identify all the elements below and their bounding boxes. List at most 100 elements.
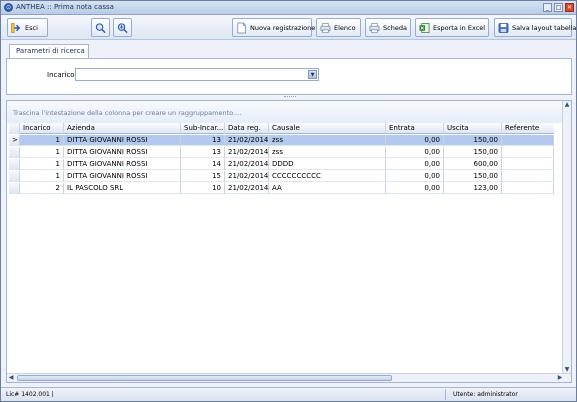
- cell-uscita[interactable]: 600,00: [444, 159, 502, 170]
- cell-referente[interactable]: [502, 183, 554, 194]
- data-grid: Trascina l'intestazione della colonna pe…: [6, 100, 572, 383]
- chevron-down-icon[interactable]: ▼: [308, 70, 317, 79]
- cell-referente[interactable]: [502, 135, 554, 146]
- current-row-indicator-icon[interactable]: >: [9, 135, 20, 146]
- column-header-entrata[interactable]: Entrata: [386, 123, 444, 134]
- cell-incarico[interactable]: 1: [20, 159, 64, 170]
- salva-layout-button[interactable]: Salva layout tabella: [494, 18, 576, 37]
- cell-data-reg[interactable]: 21/02/2014: [225, 147, 269, 158]
- row-selector[interactable]: [9, 171, 20, 182]
- cell-causale[interactable]: CCCCCCCCCC: [269, 171, 386, 182]
- scroll-up-icon[interactable]: ▲: [563, 101, 571, 109]
- cell-causale[interactable]: zss: [269, 135, 386, 146]
- current-user: Utente: administrator: [453, 391, 518, 398]
- column-header-data-reg[interactable]: Data reg.: [225, 123, 269, 134]
- cell-entrata[interactable]: 0,00: [386, 147, 444, 158]
- cell-entrata[interactable]: 0,00: [386, 171, 444, 182]
- esci-button[interactable]: Esci: [7, 18, 48, 37]
- vertical-scrollbar[interactable]: ▲ ▼: [562, 101, 571, 374]
- cell-causale[interactable]: zss: [269, 147, 386, 158]
- column-header-uscita[interactable]: Uscita: [444, 123, 502, 134]
- minimize-button[interactable]: _: [543, 3, 552, 12]
- cell-uscita[interactable]: 150,00: [444, 171, 502, 182]
- scroll-left-icon[interactable]: ◀: [7, 374, 15, 382]
- cell-azienda[interactable]: DITTA GIOVANNI ROSSI: [64, 171, 181, 182]
- cell-incarico[interactable]: 2: [20, 183, 64, 194]
- cell-sub-incarico[interactable]: 10: [181, 183, 225, 194]
- salva-layout-label: Salva layout tabella: [512, 23, 577, 32]
- grid-header: Incarico Azienda Sub-Incar... Data reg. …: [9, 123, 554, 134]
- app-icon: ⊙: [4, 3, 13, 12]
- row-selector[interactable]: [9, 159, 20, 170]
- zoom-out-button[interactable]: [91, 18, 110, 37]
- tab-parametri-di-ricerca[interactable]: Parametri di ricerca: [9, 44, 89, 58]
- new-document-icon: [237, 22, 246, 33]
- cell-uscita[interactable]: 150,00: [444, 147, 502, 158]
- cell-referente[interactable]: [502, 171, 554, 182]
- search-panel: Incarico ▼: [6, 58, 572, 95]
- nuova-registrazione-button[interactable]: Nuova registrazione: [232, 18, 315, 37]
- cell-azienda[interactable]: IL PASCOLO SRL: [64, 183, 181, 194]
- cell-azienda[interactable]: DITTA GIOVANNI ROSSI: [64, 159, 181, 170]
- cell-incarico[interactable]: 1: [20, 147, 64, 158]
- close-button[interactable]: ✕: [565, 3, 574, 12]
- row-selector[interactable]: [9, 183, 20, 194]
- elenco-button[interactable]: Elenco: [316, 18, 361, 37]
- cell-referente[interactable]: [502, 159, 554, 170]
- table-row[interactable]: 1 DITTA GIOVANNI ROSSI 13 21/02/2014 zss 0,00…: [9, 147, 554, 158]
- maximize-button[interactable]: □: [554, 3, 563, 12]
- incarico-combobox[interactable]: ▼: [75, 68, 319, 81]
- table-row[interactable]: 1 DITTA GIOVANNI ROSSI 14 21/02/2014 DDDD 0,0…: [9, 159, 554, 170]
- cell-sub-incarico[interactable]: 15: [181, 171, 225, 182]
- zoom-in-button[interactable]: [113, 18, 132, 37]
- horizontal-scrollbar[interactable]: ◀ ▶: [7, 373, 571, 382]
- scheda-button[interactable]: Scheda: [365, 18, 411, 37]
- cell-causale[interactable]: AA: [269, 183, 386, 194]
- esporta-excel-label: Esporta in Excel: [433, 23, 486, 32]
- cell-sub-incarico[interactable]: 13: [181, 135, 225, 146]
- cell-data-reg[interactable]: 21/02/2014: [225, 135, 269, 146]
- table-row[interactable]: 1 DITTA GIOVANNI ROSSI 15 21/02/2014 CCCCCCC…: [9, 171, 554, 182]
- cell-data-reg[interactable]: 21/02/2014: [225, 171, 269, 182]
- window-title: ANTHEA :: Prima nota cassa: [16, 3, 114, 11]
- column-header-causale[interactable]: Causale: [269, 123, 386, 134]
- cell-sub-incarico[interactable]: 13: [181, 147, 225, 158]
- title-bar: ⊙ ANTHEA :: Prima nota cassa _ □ ✕: [1, 1, 576, 15]
- esci-label: Esci: [25, 23, 38, 32]
- cell-uscita[interactable]: 150,00: [444, 135, 502, 146]
- cell-entrata[interactable]: 0,00: [386, 135, 444, 146]
- elenco-label: Elenco: [334, 23, 356, 32]
- cell-causale[interactable]: DDDD: [269, 159, 386, 170]
- table-row[interactable]: >1 DITTA GIOVANNI ROSSI 13 21/02/2014 zss 0,0…: [9, 135, 554, 146]
- incarico-label: Incarico: [47, 71, 75, 79]
- column-header-sub-incarico[interactable]: Sub-Incar...: [181, 123, 225, 134]
- printer-icon: [369, 22, 380, 33]
- cell-uscita[interactable]: 123,00: [444, 183, 502, 194]
- magnifier-icon: [95, 22, 106, 33]
- cell-azienda[interactable]: DITTA GIOVANNI ROSSI: [64, 147, 181, 158]
- column-header-incarico[interactable]: Incarico: [20, 123, 64, 134]
- group-by-hint[interactable]: Trascina l'intestazione della colonna pe…: [7, 101, 563, 123]
- cell-data-reg[interactable]: 21/02/2014: [225, 183, 269, 194]
- cell-entrata[interactable]: 0,00: [386, 183, 444, 194]
- cell-referente[interactable]: [502, 147, 554, 158]
- exit-icon: [11, 22, 21, 33]
- row-selector[interactable]: [9, 147, 20, 158]
- license-info: Lic# 1402.001 |: [6, 391, 54, 398]
- column-header-azienda[interactable]: Azienda: [64, 123, 181, 134]
- printer-icon: [320, 22, 331, 33]
- cell-entrata[interactable]: 0,00: [386, 159, 444, 170]
- cell-sub-incarico[interactable]: 14: [181, 159, 225, 170]
- column-header-referente[interactable]: Referente: [502, 123, 554, 134]
- cell-incarico[interactable]: 1: [20, 135, 64, 146]
- cell-incarico[interactable]: 1: [20, 171, 64, 182]
- horizontal-scroll-thumb[interactable]: [17, 375, 392, 381]
- panel-splitter[interactable]: [284, 96, 296, 98]
- cell-data-reg[interactable]: 21/02/2014: [225, 159, 269, 170]
- save-icon: [498, 22, 509, 33]
- magnifier-plus-icon: [117, 22, 128, 33]
- cell-azienda[interactable]: DITTA GIOVANNI ROSSI: [64, 135, 181, 146]
- esporta-excel-button[interactable]: Esporta in Excel: [415, 18, 489, 37]
- scroll-right-icon[interactable]: ▶: [556, 374, 564, 382]
- table-row[interactable]: 2 IL PASCOLO SRL 10 21/02/2014 AA 0,00 123,00: [9, 183, 554, 194]
